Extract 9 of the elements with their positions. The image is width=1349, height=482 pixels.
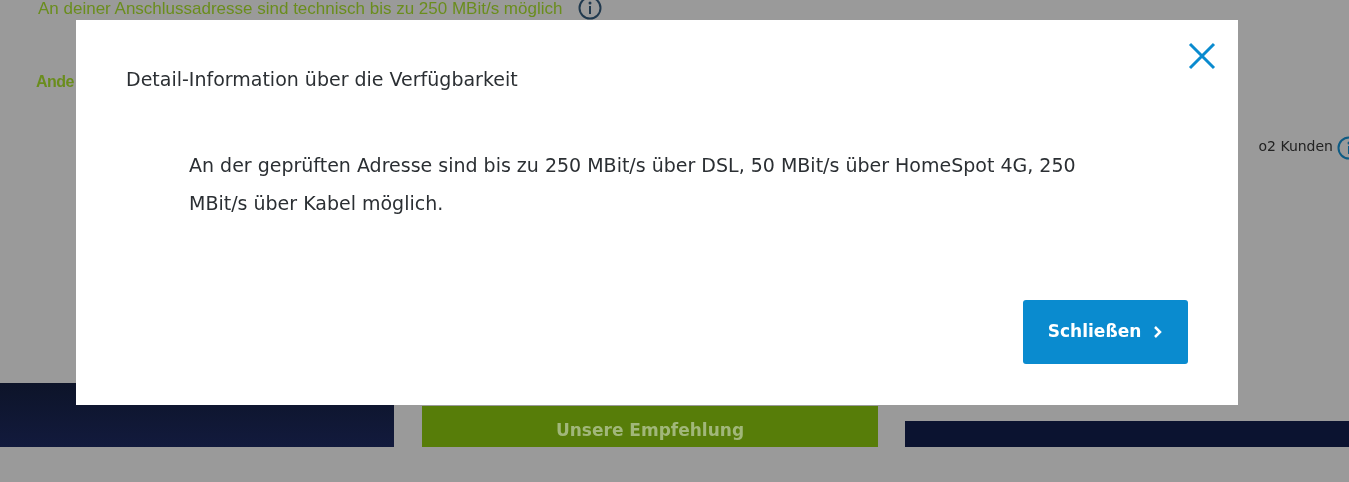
- info-icon[interactable]: [578, 0, 603, 20]
- chevron-icon: [1153, 325, 1164, 340]
- customer-label: o2 Kunden: [1258, 137, 1333, 156]
- close-icon[interactable]: [1186, 40, 1218, 72]
- dialog-title: Detail-Information über die Verfügbarkeit: [126, 68, 518, 91]
- availability-text: An deiner Anschlussadresse sind technisch bis zu 250 MBit/s möglich: [38, 0, 563, 18]
- recommendation-banner: Unsere Empfehlung: [422, 406, 878, 447]
- close-button[interactable]: Schließen: [1023, 300, 1188, 364]
- dialog-message: An der geprüften Adresse sind bis zu 250 MBit/s über DSL, 50 MBit/s über HomeSpot 4G, 250 MBit/s über Kabel möglich.: [189, 153, 1077, 216]
